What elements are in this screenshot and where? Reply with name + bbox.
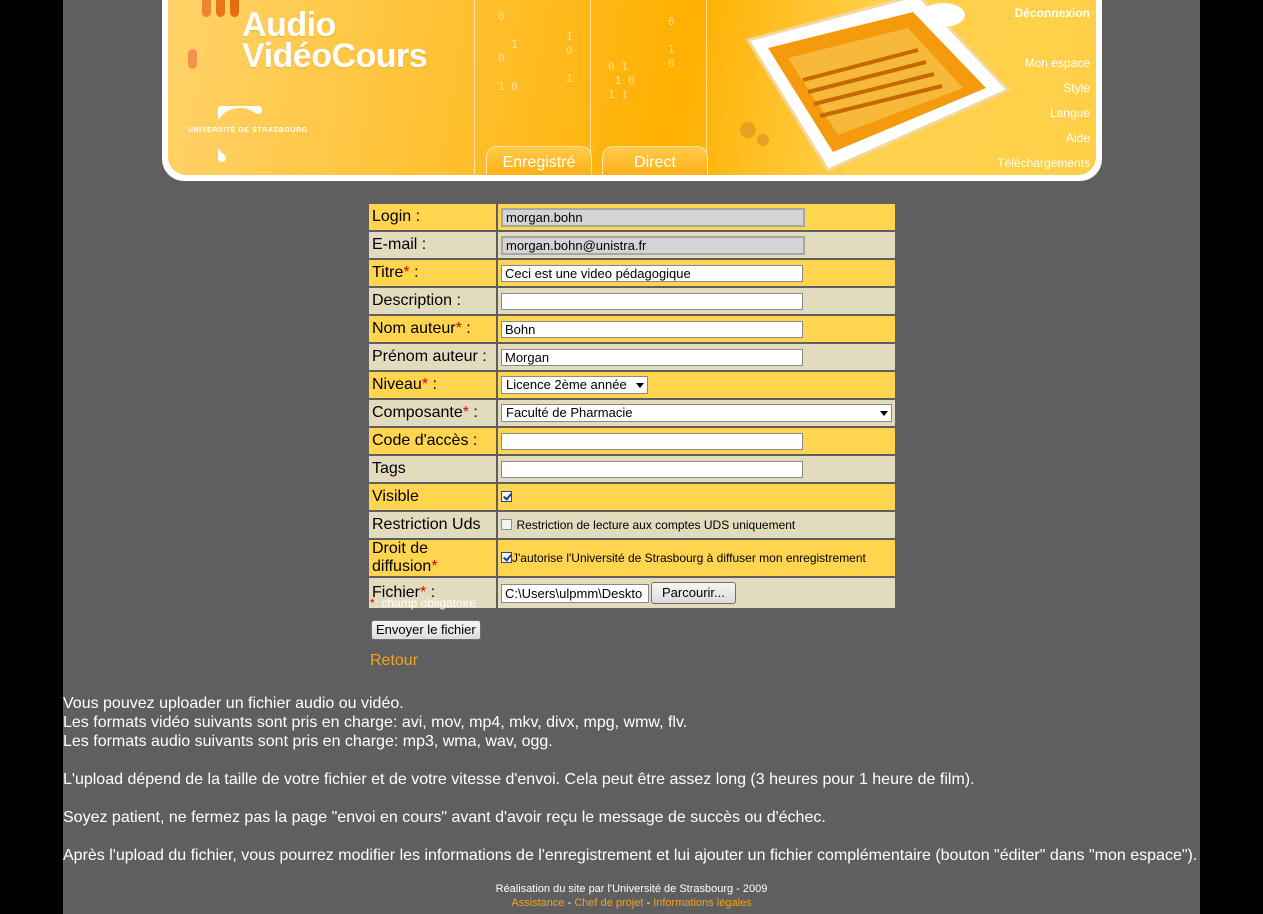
tab-direct[interactable]: Direct [602,146,708,175]
label-colon: : [428,376,437,393]
code-acces-field[interactable] [501,432,803,450]
droit-text: J'autorise l'Université de Strasbourg à … [512,550,866,565]
binary-decoration: 010 [668,15,675,70]
nom-auteur-field[interactable]: Bohn [501,320,803,338]
banner-divider [590,0,591,175]
upload-info: Vous pouvez uploader un fichier audio ou… [63,694,1197,865]
form-row-droit: Droit de diffusion* J'autorise l'Univers… [367,538,897,578]
restriction-label: Restriction Uds [367,510,498,540]
droit-label: Droit de diffusion [372,540,432,575]
form-row-code: Code d'accès : [367,426,897,456]
login-label: Login : [367,202,498,232]
form-row-niveau: Niveau* : Licence 2ème année [367,370,897,400]
nav-aide[interactable]: Aide [1066,131,1090,145]
description-label: Description : [367,286,498,316]
label-colon: : [468,404,478,421]
tablet-illustration-icon [740,0,1011,172]
file-path-field[interactable]: C:\Users\ulpmm\Deskto [501,583,649,603]
info-line: L'upload dépend de la taille de votre fi… [63,771,975,788]
nom-label: Nom auteur [372,320,456,337]
code-acces-label: Code d'accès : [367,426,498,456]
required-marker: * [431,558,438,575]
nav-style[interactable]: Style [1063,81,1090,95]
form-row-restriction: Restriction Uds Restriction de lecture a… [367,510,897,540]
restriction-checkbox[interactable] [501,519,512,531]
info-line: Les formats vidéo suivants sont pris en … [63,714,688,731]
label-colon: : [409,264,419,281]
form-row-composante: Composante* : Faculté de Pharmacie [367,398,897,428]
visible-label: Visible [367,482,498,512]
logo-line-2: VidéoCours [242,37,428,75]
composante-label: Composante [372,404,463,421]
form-row-nom: Nom auteur* : Bohn [367,314,897,344]
form-row-email: E-mail : morgan.bohn@unistra.fr [367,230,897,260]
chevron-down-icon [635,383,644,388]
back-link[interactable]: Retour [370,652,418,670]
niveau-label: Niveau [372,376,422,393]
tags-field[interactable] [501,460,803,478]
banner-background: 0 101 0 101 0 1 1 01 1 010 Audio VidéoCo… [168,0,1096,175]
footer-credit: Réalisation du site par l'Université de … [495,883,768,895]
form-row-titre: Titre* : Ceci est une video pédagogique [367,258,897,288]
login-field[interactable]: morgan.bohn [501,207,805,227]
browse-button[interactable]: Parcourir... [651,582,736,604]
info-line: Vous pouvez uploader un fichier audio ou… [63,695,404,712]
info-line: Après l'upload du fichier, vous pourrez … [63,847,1198,864]
footer: Réalisation du site par l'Université de … [63,882,1200,910]
nav-telechargements[interactable]: Téléchargements [997,156,1090,170]
form-row-description: Description : [367,286,897,316]
nav-mon-espace[interactable]: Mon espace [1025,56,1090,70]
upload-form: Login : morgan.bohn E-mail : morgan.bohn… [367,202,897,610]
niveau-value: Licence 2ème année [506,377,627,392]
droit-diffusion-checkbox[interactable] [501,552,512,564]
niveau-select[interactable]: Licence 2ème année [501,376,648,394]
binary-decoration: 101 [566,30,573,85]
send-file-button[interactable]: Envoyer le fichier [371,620,481,640]
visible-checkbox[interactable] [501,491,512,503]
chevron-down-icon [880,411,888,416]
footer-link-informations-legales[interactable]: Informations légales [653,897,751,909]
logout-link[interactable]: Déconnexion [1015,6,1090,20]
composante-select[interactable]: Faculté de Pharmacie [501,404,892,422]
footer-link-assistance[interactable]: Assistance [511,897,564,909]
prenom-auteur-field[interactable]: Morgan [501,348,803,366]
form-row-visible: Visible [367,482,897,512]
form-row-prenom: Prénom auteur : Morgan [367,342,897,372]
info-line: Les formats audio suivants sont pris en … [63,733,553,750]
binary-decoration: 0 101 0 [498,10,518,93]
form-row-tags: Tags [367,454,897,484]
email-label: E-mail : [367,230,498,260]
university-name: UNIVERSITÉ DE STRASBOURG [188,127,308,134]
app-logo: Audio VidéoCours [242,8,428,75]
footer-link-chef-de-projet[interactable]: Chef de projet [574,897,643,909]
restriction-text: Restriction de lecture aux comptes UDS u… [516,517,796,532]
nav-langue[interactable]: Langue [1050,106,1090,120]
composante-value: Faculté de Pharmacie [506,405,633,420]
email-field[interactable]: morgan.bohn@unistra.fr [501,235,805,255]
label-colon: : [461,320,471,337]
banner-divider [474,0,475,175]
banner-divider [706,0,707,175]
binary-decoration: 0 1 1 01 1 [608,60,635,101]
titre-field[interactable]: Ceci est une video pédagogique [501,264,803,282]
university-arc-icon [218,106,262,162]
tags-label: Tags [367,454,498,484]
form-row-login: Login : morgan.bohn [367,202,897,232]
page: 0 101 0 101 0 1 1 01 1 010 Audio VidéoCo… [63,0,1200,914]
description-field[interactable] [501,292,803,310]
required-note: *: champ obligatoire [370,596,476,610]
titre-label: Titre [372,264,404,281]
tab-enregistre[interactable]: Enregistré [486,146,592,175]
info-line: Soyez patient, ne fermez pas la page "en… [63,809,826,826]
prenom-label: Prénom auteur : [367,342,498,372]
footer-separator: - [564,897,575,909]
footer-separator: - [643,897,654,909]
header-banner: 0 101 0 101 0 1 1 01 1 010 Audio VidéoCo… [162,0,1102,181]
required-note-text: : champ obligatoire [374,596,477,610]
